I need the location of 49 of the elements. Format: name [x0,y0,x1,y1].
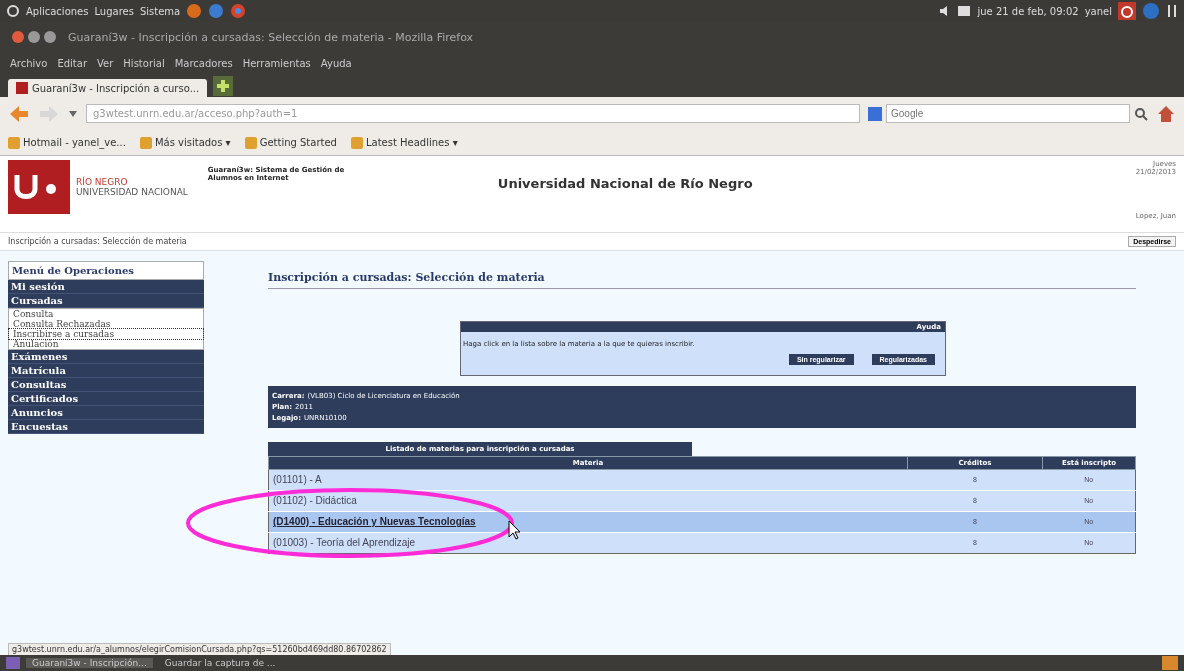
search-icon[interactable] [1134,106,1148,121]
logo-text: RÍO NEGRO [76,177,129,187]
menu-item[interactable]: Archivo [10,58,48,69]
new-tab-icon[interactable] [213,76,234,96]
menu-item[interactable]: Consulta Rechazadas [9,319,203,329]
logo-text: UNIVERSIDAD NACIONAL [76,187,188,197]
search-field[interactable]: Google [886,104,1130,123]
window-title: Guaraní3w - Inscripción a cursadas: Selección de materia - Mozilla Firefox [68,30,474,44]
panel-menu[interactable]: Aplicaciones [26,5,89,17]
menu-item[interactable]: Consulta [9,309,203,319]
menu-item[interactable]: Anulación [9,339,203,349]
menu-item[interactable]: Ver [97,58,114,69]
cursor-icon [508,520,522,540]
clock-text[interactable]: jue 21 de feb, 09:02 [977,5,1079,17]
home-icon[interactable] [1156,103,1176,124]
menu-item[interactable]: Inscribirse a cursadas [9,329,203,339]
subject-link[interactable]: (D1400) - Educación y Nuevas Tecnologías [268,511,908,533]
taskbar-item[interactable]: Guaraní3w - Inscripción... [26,658,153,668]
menu-item[interactable]: Marcadores [174,58,233,69]
user-name[interactable]: yanel [1084,5,1112,17]
taskbar-item[interactable]: Guardar la captura de ... [158,658,282,668]
bookmark-link[interactable]: Hotmail - yanel_ve... [8,136,126,149]
university-name: Universidad Nacional de Río Negro [497,176,753,191]
page-title: Inscripción a cursadas: Selección de materia [268,261,1136,289]
bookmark-link[interactable]: Más visitados ▾ [139,136,231,149]
menu-title: Menú de Operaciones [8,261,204,280]
panel-menu[interactable]: Lugares [94,5,134,17]
menu-section[interactable]: Matrícula [8,364,204,378]
menu-section[interactable]: Mi sesión [8,280,204,294]
back-icon[interactable] [8,103,30,124]
menu-item[interactable]: Editar [57,58,87,69]
menu-item[interactable]: Ayuda [320,58,352,69]
subject-link[interactable]: (01003) - Teoría del Aprendizaje [268,532,908,554]
panel-menu[interactable]: Sistema [139,5,181,17]
menu-section[interactable]: Exámenes [8,350,204,364]
dropdown-icon[interactable] [68,108,78,119]
menu-section[interactable]: Anuncios [8,406,204,420]
bookmark-link[interactable]: Getting Started [244,136,337,149]
menu-section[interactable]: Consultas [8,378,204,392]
browser-tab[interactable]: Guaraní3w - Inscripción a curso... [8,79,208,97]
menu-section[interactable]: Certificados [8,392,204,406]
window-buttons-icon[interactable] [10,29,58,45]
subject-link[interactable]: (01101) - A [268,469,908,491]
menu-section[interactable]: Cursadas [8,294,204,308]
bookmark-link[interactable]: Latest Headlines ▾ [350,136,458,149]
menu-item[interactable]: Historial [123,58,165,69]
breadcrumb: Inscripción a cursadas: Selección de materia [8,237,187,246]
menu-section[interactable]: Encuestas [8,420,204,434]
menu-item[interactable]: Herramientas [242,58,311,69]
